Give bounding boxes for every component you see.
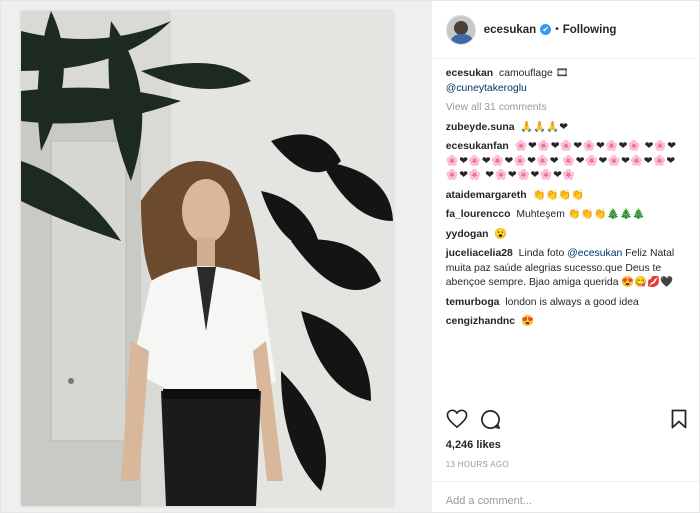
comment-text: Muhteşem 👏👏👏🎄🎄🎄	[516, 209, 646, 220]
heart-icon[interactable]	[446, 409, 468, 429]
view-all-comments-link[interactable]: View all 31 comments	[446, 101, 689, 116]
polaroid-photo	[21, 11, 393, 506]
post-timestamp: 13 HOURS AGO	[445, 460, 509, 469]
comment-item: fa_lourencco Muhteşem 👏👏👏🎄🎄🎄	[446, 208, 689, 223]
caption-text: camouflage 🎞	[499, 68, 569, 79]
author-username[interactable]: ecesukan	[484, 24, 536, 36]
header-separator-dot: •	[555, 24, 559, 35]
comment-username[interactable]: ecesukanfan	[446, 141, 509, 152]
post-sidebar: ecesukan ✔ • Following ecesukan camoufla…	[430, 1, 699, 512]
comment-username[interactable]: temurboga	[446, 297, 500, 308]
caption-mention[interactable]: @cuneytakeroglu	[446, 83, 527, 94]
following-button[interactable]: Following	[563, 24, 617, 36]
comment-text: 👏👏👏👏	[532, 189, 585, 201]
post-header: ecesukan ✔ • Following	[431, 1, 699, 59]
comment-username[interactable]: zubeyde.suna	[446, 122, 515, 133]
comment-username[interactable]: fa_lourencco	[446, 209, 511, 220]
comment-username[interactable]: yydogan	[446, 229, 489, 240]
instagram-post: ecesukan ✔ • Following ecesukan camoufla…	[0, 0, 700, 513]
comment-item: cengizhandnc 😍	[446, 315, 689, 330]
comment-icon[interactable]	[480, 409, 501, 430]
bookmark-icon[interactable]	[671, 409, 687, 429]
comment-item: juceliacelia28 Linda foto @ecesukan Feli…	[446, 247, 689, 291]
add-comment-input[interactable]: Add a comment...	[431, 481, 699, 512]
comment-item: ecesukanfan 🌸❤🌸❤🌸❤🌸❤🌸❤🌸 ❤🌸❤🌸❤🌸❤🌸❤🌸❤🌸❤ 🌸❤…	[446, 140, 689, 184]
author-avatar[interactable]	[445, 14, 476, 45]
comment-text-before: Linda foto	[518, 248, 565, 259]
comment-item: ataidemargareth 👏👏👏👏	[446, 189, 689, 204]
comment-username[interactable]: juceliacelia28	[446, 248, 513, 259]
photo-image	[21, 11, 393, 506]
comment-item: temurboga london is always a good idea	[446, 296, 689, 311]
comment-item: zubeyde.suna 🙏🙏🙏❤	[446, 121, 689, 136]
caption: ecesukan camouflage 🎞 @cuneytakeroglu	[446, 67, 689, 96]
comment-item: yydogan 😮	[446, 228, 689, 243]
comment-username[interactable]: ataidemargareth	[446, 190, 527, 201]
comment-text: 😍	[520, 316, 534, 327]
comments-list: ecesukan camouflage 🎞 @cuneytakeroglu Vi…	[446, 67, 689, 335]
likes-count[interactable]: 4,246 likes	[446, 439, 501, 451]
comment-text: london is always a good idea	[505, 296, 639, 308]
post-media[interactable]	[1, 1, 431, 512]
post-actions	[446, 407, 687, 431]
verified-badge-icon: ✔	[540, 24, 552, 35]
comment-text: 🙏🙏🙏❤	[520, 121, 568, 133]
caption-username[interactable]: ecesukan	[446, 68, 493, 79]
comment-mention[interactable]: @ecesukan	[567, 248, 622, 259]
comment-username[interactable]: cengizhandnc	[446, 316, 515, 327]
comment-text: 😮	[494, 228, 508, 240]
